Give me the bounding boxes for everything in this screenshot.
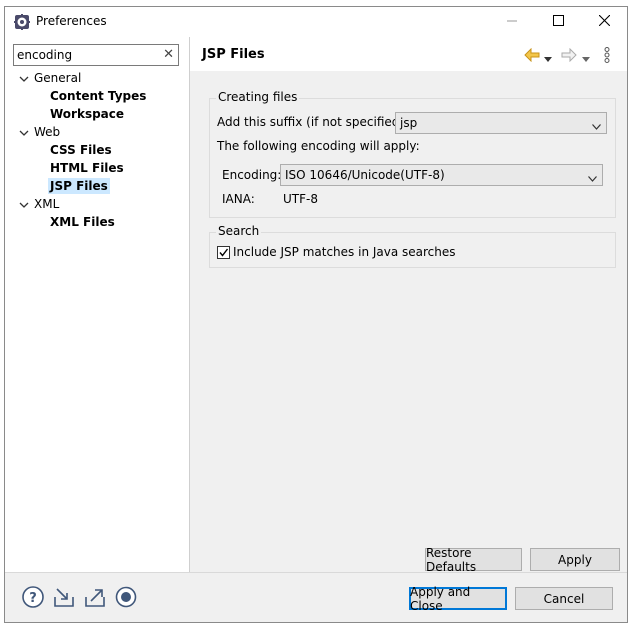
page-title: JSP Files: [202, 47, 265, 62]
maximize-button[interactable]: [535, 7, 581, 37]
import-icon[interactable]: [52, 585, 76, 609]
iana-label: IANA:: [222, 192, 255, 206]
expanded-chevron-icon[interactable]: [19, 73, 29, 83]
include-jsp-label[interactable]: Include JSP matches in Java searches: [233, 245, 456, 259]
tree-item-xml[interactable]: XML: [34, 196, 59, 212]
preferences-window: Preferences encoding ✕ General Content T…: [4, 6, 628, 623]
tree-item-workspace[interactable]: Workspace: [50, 106, 124, 122]
minimize-icon: [507, 15, 517, 29]
tree-item-html-files[interactable]: HTML Files: [50, 160, 124, 176]
preference-tree-panel: encoding ✕ General Content Types Workspa…: [5, 37, 190, 572]
apply-and-close-button[interactable]: Apply and Close: [409, 585, 507, 613]
tree-item-xml-files[interactable]: XML Files: [50, 214, 115, 230]
close-icon: [598, 14, 610, 29]
clear-icon[interactable]: ✕: [163, 47, 174, 62]
title-bar: Preferences: [5, 7, 627, 37]
filter-input-value: encoding: [17, 48, 73, 62]
apply-button[interactable]: Apply: [530, 548, 620, 571]
view-menu-icon[interactable]: [604, 47, 610, 66]
forward-arrow-icon[interactable]: [561, 47, 577, 65]
record-icon[interactable]: [114, 585, 138, 609]
tree-item-content-types[interactable]: Content Types: [50, 88, 146, 104]
svg-text:?: ?: [29, 591, 37, 606]
chevron-down-icon: [588, 171, 597, 182]
eclipse-preferences-icon: [14, 14, 30, 30]
restore-defaults-button[interactable]: Restore Defaults: [425, 546, 522, 574]
dialog-content: encoding ✕ General Content Types Workspa…: [5, 37, 627, 574]
export-icon[interactable]: [83, 585, 107, 609]
encoding-combo-value: ISO 10646/Unicode(UTF-8): [285, 168, 445, 182]
window-title: Preferences: [36, 14, 107, 28]
cancel-button[interactable]: Cancel: [515, 587, 613, 610]
suffix-combo[interactable]: jsp: [395, 112, 607, 134]
maximize-icon: [552, 15, 564, 29]
help-icon[interactable]: ?: [21, 585, 45, 609]
encoding-combo[interactable]: ISO 10646/Unicode(UTF-8): [280, 164, 603, 186]
suffix-label: Add this suffix (if not specified):: [217, 115, 409, 129]
tree-item-web[interactable]: Web: [34, 124, 60, 140]
tree-item-css-files[interactable]: CSS Files: [50, 142, 112, 158]
page-header: JSP Files: [190, 37, 627, 71]
tree-item-jsp-files[interactable]: JSP Files: [48, 178, 110, 194]
minimize-button[interactable]: [489, 7, 535, 37]
preference-page-panel: JSP Files Creating files Add this suffix…: [190, 37, 627, 574]
encoding-note: The following encoding will apply:: [217, 139, 420, 153]
filter-input[interactable]: encoding ✕: [13, 44, 179, 66]
expanded-chevron-icon[interactable]: [19, 199, 29, 209]
back-arrow-icon[interactable]: [524, 47, 540, 65]
iana-value: UTF-8: [283, 192, 318, 206]
tree-item-general[interactable]: General: [34, 70, 81, 86]
suffix-combo-value: jsp: [400, 116, 418, 130]
expanded-chevron-icon[interactable]: [19, 127, 29, 137]
close-button[interactable]: [581, 7, 627, 37]
creating-files-group-label: Creating files: [216, 90, 300, 104]
include-jsp-checkbox[interactable]: [217, 246, 230, 259]
back-dropdown-icon[interactable]: [544, 52, 552, 66]
forward-dropdown-icon[interactable]: [582, 52, 590, 66]
search-group-label: Search: [216, 224, 262, 238]
encoding-label: Encoding:: [222, 168, 282, 182]
chevron-down-icon: [592, 119, 601, 130]
